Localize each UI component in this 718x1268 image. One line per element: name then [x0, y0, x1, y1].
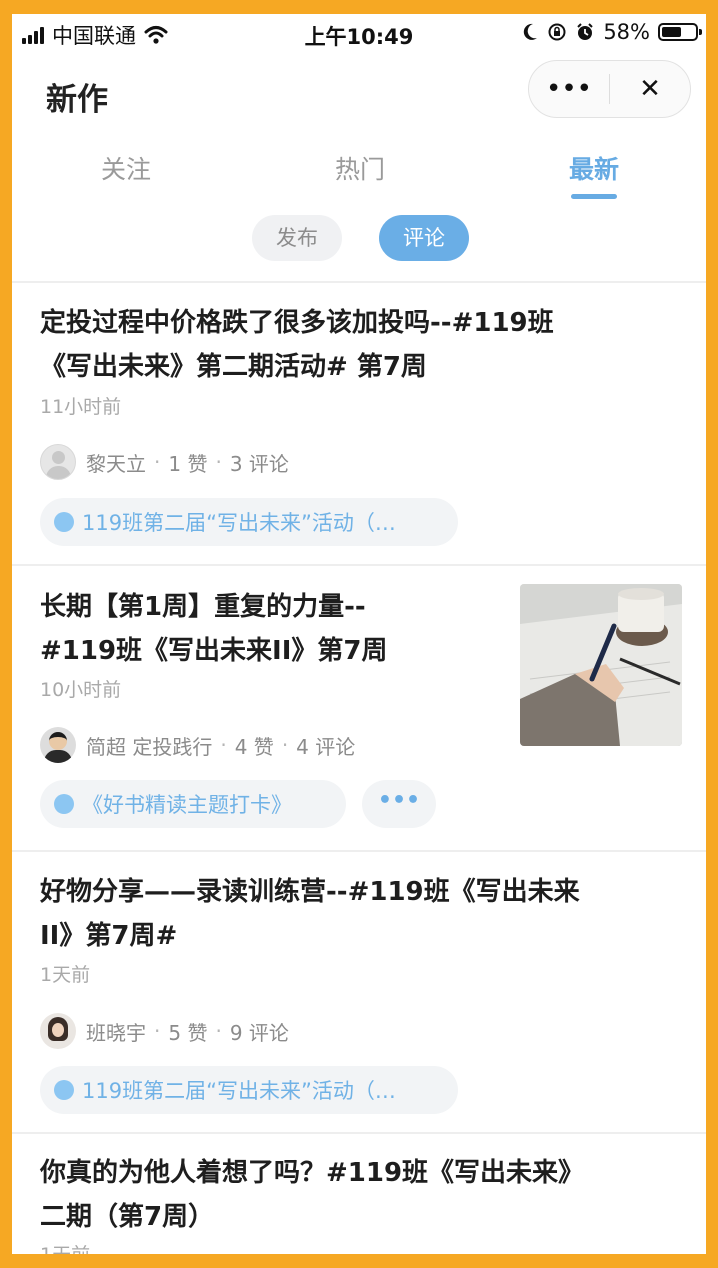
- post-title-line: #119班《写出未来II》第7周: [40, 636, 388, 666]
- tab-bar: 关注 热门 最新: [12, 150, 706, 210]
- post-title-line: II》第7周#: [40, 921, 178, 951]
- post-meta: 黎天立 · 1 赞 · 3 评论: [40, 442, 289, 482]
- tab-label: 最新: [568, 155, 619, 184]
- post-title-line: 二期（第7周）: [40, 1202, 215, 1232]
- topic-label: 《好书精读主题打卡》: [82, 793, 292, 817]
- filter-pills: 发布 评论: [12, 215, 706, 261]
- divider: [12, 281, 706, 283]
- alarm-icon: [577, 23, 594, 40]
- battery-icon: [658, 23, 702, 41]
- more-button[interactable]: •••: [529, 61, 609, 117]
- separator-dot: ·: [215, 450, 222, 474]
- tab-latest[interactable]: 最新: [524, 150, 664, 199]
- post-time: 10小时前: [40, 679, 122, 701]
- comment-count: 3 评论: [229, 451, 289, 476]
- writing-photo-image: [520, 584, 682, 746]
- topic-dot-icon: [54, 794, 74, 814]
- post-title-line: 好物分享——录读训练营--#119班《写出未来: [40, 877, 580, 907]
- post-time: 11小时前: [40, 396, 122, 418]
- post-time: 1天前: [40, 964, 91, 986]
- post-title-line: 《写出未来》第二期活动# 第7周: [40, 352, 427, 382]
- separator-dot: ·: [220, 733, 227, 757]
- close-button[interactable]: ✕: [610, 61, 690, 117]
- post-meta: 班晓宇 · 5 赞 · 9 评论: [40, 1011, 289, 1051]
- post-title-line: 定投过程中价格跌了很多该加投吗--#119班: [40, 308, 554, 338]
- more-topics-button[interactable]: •••: [362, 780, 436, 828]
- comment-count: 9 评论: [229, 1020, 289, 1045]
- tab-hot[interactable]: 热门: [290, 150, 430, 186]
- topic-dot-icon: [54, 1080, 74, 1100]
- post-time: 1天前: [40, 1240, 90, 1254]
- topic-tag[interactable]: 119班第二届“写出未来”活动（…: [40, 498, 458, 546]
- post-title: 长期【第1周】重复的力量-- #119班《写出未来II》第7周: [40, 585, 388, 673]
- orientation-lock-icon: [548, 23, 566, 41]
- divider: [12, 564, 706, 566]
- like-count: 4 赞: [234, 734, 274, 759]
- separator-dot: ·: [281, 733, 289, 757]
- status-bar: 中国联通 上午10:49 58%: [12, 14, 706, 58]
- active-tab-indicator: [571, 194, 617, 199]
- author-name[interactable]: 黎天立: [86, 448, 146, 477]
- author-name[interactable]: 简超 定投践行: [86, 731, 212, 760]
- topic-dot-icon: [54, 512, 74, 532]
- mini-program-capsule: ••• ✕: [528, 60, 691, 118]
- user-avatar-icon[interactable]: [40, 727, 76, 763]
- topic-tag[interactable]: 119班第二届“写出未来”活动（…: [40, 1066, 458, 1114]
- user-avatar-icon[interactable]: [40, 1013, 76, 1049]
- topic-label: 119班第二届“写出未来”活动（…: [82, 511, 396, 535]
- tab-follow[interactable]: 关注: [56, 150, 196, 186]
- tab-label: 热门: [334, 155, 385, 184]
- like-count: 1 赞: [168, 451, 208, 476]
- comment-count: 4 评论: [296, 734, 356, 759]
- author-name[interactable]: 班晓宇: [86, 1017, 146, 1046]
- post-title: 你真的为他人着想了吗？#119班《写出未来》 二期（第7周）: [40, 1151, 584, 1239]
- topic-label: 119班第二届“写出未来”活动（…: [82, 1079, 396, 1103]
- tab-label: 关注: [100, 155, 151, 184]
- post-title-line: 你真的为他人着想了吗？#119班《写出未来》: [40, 1158, 585, 1188]
- post-title: 定投过程中价格跌了很多该加投吗--#119班 《写出未来》第二期活动# 第7周: [40, 301, 554, 389]
- separator-dot: ·: [215, 1019, 222, 1043]
- post-title: 好物分享——录读训练营--#119班《写出未来 II》第7周#: [40, 870, 580, 958]
- post-thumbnail[interactable]: [520, 584, 682, 746]
- filter-publish[interactable]: 发布: [252, 215, 342, 261]
- battery-percent: 58%: [603, 20, 650, 44]
- title-bar: 新作 ••• ✕: [12, 60, 706, 124]
- default-avatar-icon[interactable]: [40, 444, 76, 480]
- filter-comment[interactable]: 评论: [379, 215, 469, 261]
- phone-screen: 中国联通 上午10:49 58% 新作 ••• ✕ 关注 热门 最新 发布 评论…: [12, 14, 706, 1254]
- separator-dot: ·: [154, 1019, 161, 1043]
- post-title-line: 长期【第1周】重复的力量--: [40, 592, 366, 622]
- post-meta: 简超 定投践行 · 4 赞 · 4 评论: [40, 725, 355, 765]
- divider: [12, 1132, 706, 1134]
- like-count: 5 赞: [168, 1020, 208, 1045]
- page-title: 新作: [46, 82, 108, 118]
- moon-icon: [524, 23, 538, 40]
- topic-tag[interactable]: 《好书精读主题打卡》: [40, 780, 346, 828]
- separator-dot: ·: [154, 450, 161, 474]
- divider: [12, 850, 706, 852]
